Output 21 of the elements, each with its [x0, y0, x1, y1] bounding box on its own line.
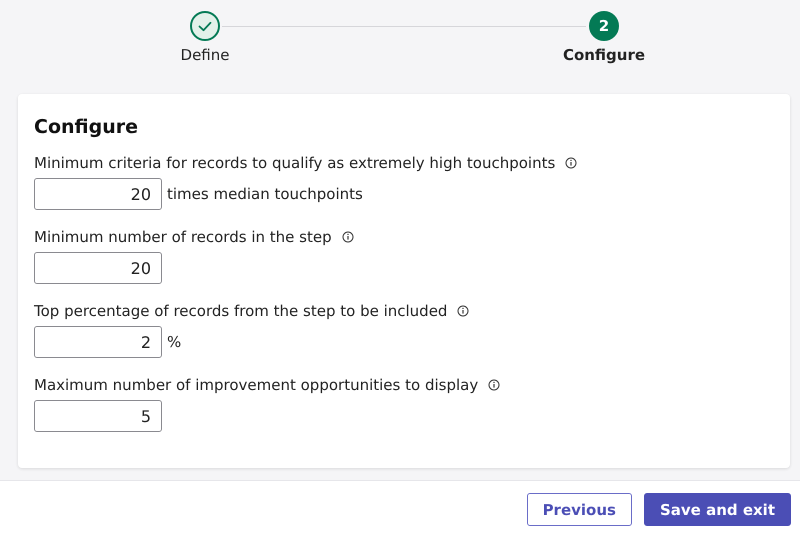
field-label: Minimum criteria for records to qualify as extremely high touchpoints: [34, 154, 556, 172]
field-label: Maximum number of improvement opportunities to display: [34, 376, 478, 394]
step-label[interactable]: Define: [180, 46, 230, 64]
save-button[interactable]: Save and exit: [644, 493, 791, 526]
step-label[interactable]: Configure: [562, 46, 646, 64]
unit-label: %: [167, 333, 182, 351]
check-icon: [198, 20, 212, 32]
unit-label: times median touchpoints: [167, 185, 363, 203]
number-input[interactable]: 5: [34, 400, 162, 432]
info-icon[interactable]: [488, 379, 500, 391]
field-label: Minimum number of records in the step: [34, 228, 332, 246]
step-number: 2: [598, 17, 610, 35]
field-label: Top percentage of records from the step to be included: [34, 302, 448, 320]
info-icon[interactable]: [342, 231, 354, 243]
section-title: Configure: [34, 116, 139, 138]
number-input[interactable]: 20: [34, 252, 162, 284]
previous-button[interactable]: Previous: [526, 493, 632, 526]
info-icon[interactable]: [565, 157, 578, 169]
number-input[interactable]: 20: [34, 178, 162, 210]
number-input[interactable]: 2: [34, 326, 162, 358]
info-icon[interactable]: [457, 305, 470, 317]
